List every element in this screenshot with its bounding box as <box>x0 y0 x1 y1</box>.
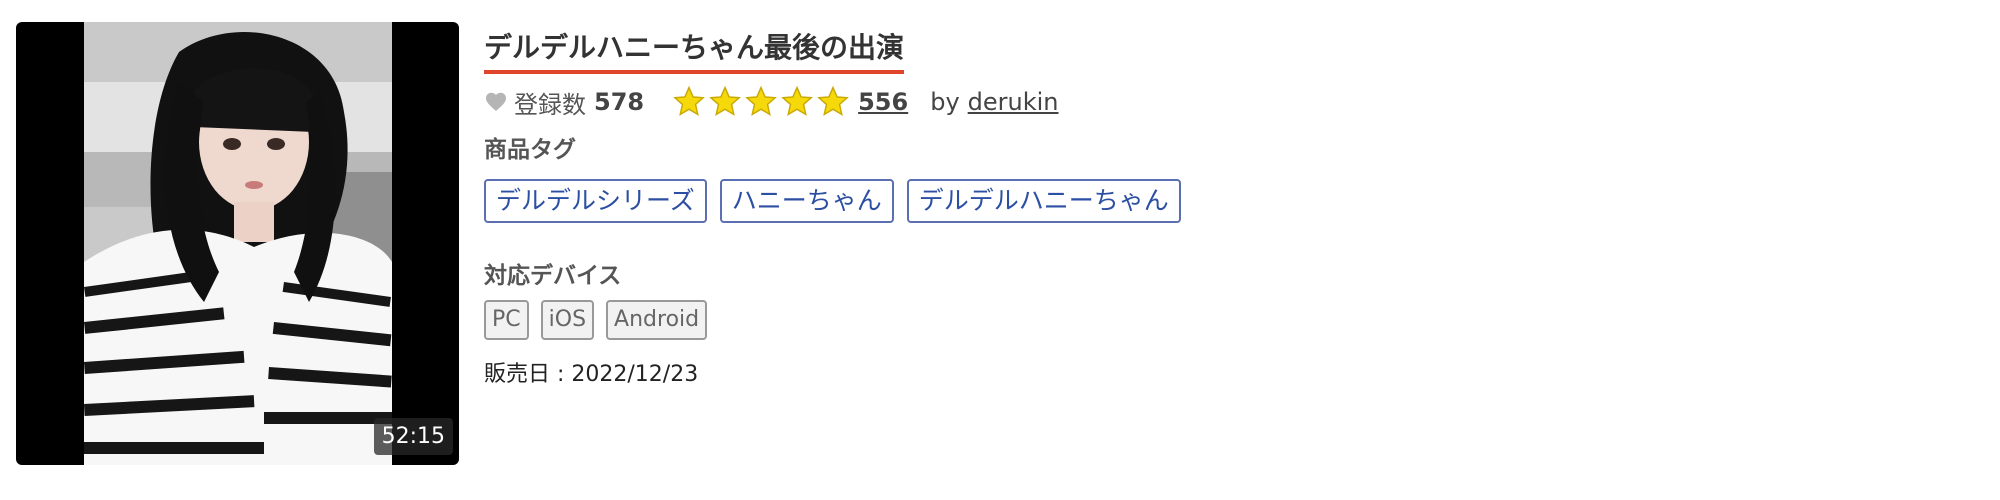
registration-count: 578 <box>594 88 645 116</box>
star-icon <box>781 85 814 116</box>
device-list: PC iOS Android <box>484 300 708 340</box>
tags-label: 商品タグ <box>484 137 576 163</box>
product-stats-row: 登録数 578 556 by derukin <box>484 84 1059 120</box>
star-icon <box>817 85 850 116</box>
devices-label: 対応デバイス <box>484 263 622 289</box>
device-badge: iOS <box>540 300 595 340</box>
heart-icon[interactable] <box>484 90 508 114</box>
star-icon <box>745 85 778 116</box>
star-icon <box>709 85 742 116</box>
release-date: 販売日 : 2022/12/23 <box>484 362 699 387</box>
star-icon <box>673 85 706 116</box>
tag-link[interactable]: デルデルシリーズ <box>484 179 707 223</box>
video-duration: 52:15 <box>373 418 453 455</box>
tag-link[interactable]: ハニーちゃん <box>719 179 894 223</box>
rating-stars <box>672 85 850 119</box>
tag-list: デルデルシリーズ ハニーちゃん デルデルハニーちゃん <box>484 179 1181 223</box>
by-label: by <box>930 88 960 116</box>
product-title-link[interactable]: デルデルハニーちゃん最後の出演 <box>484 26 905 74</box>
product-card: 52:15 デルデルハニーちゃん最後の出演 登録数 578 556 by der… <box>0 0 2000 500</box>
thumbnail-image[interactable] <box>84 22 392 465</box>
product-thumbnail[interactable]: 52:15 <box>16 22 459 465</box>
thumbnail-photo <box>84 22 392 465</box>
device-badge: Android <box>606 300 708 340</box>
device-badge: PC <box>484 300 529 340</box>
tag-link[interactable]: デルデルハニーちゃん <box>906 179 1181 223</box>
review-count-link[interactable]: 556 <box>858 88 908 116</box>
author-link[interactable]: derukin <box>968 88 1059 116</box>
registration-label: 登録数 <box>514 90 586 119</box>
